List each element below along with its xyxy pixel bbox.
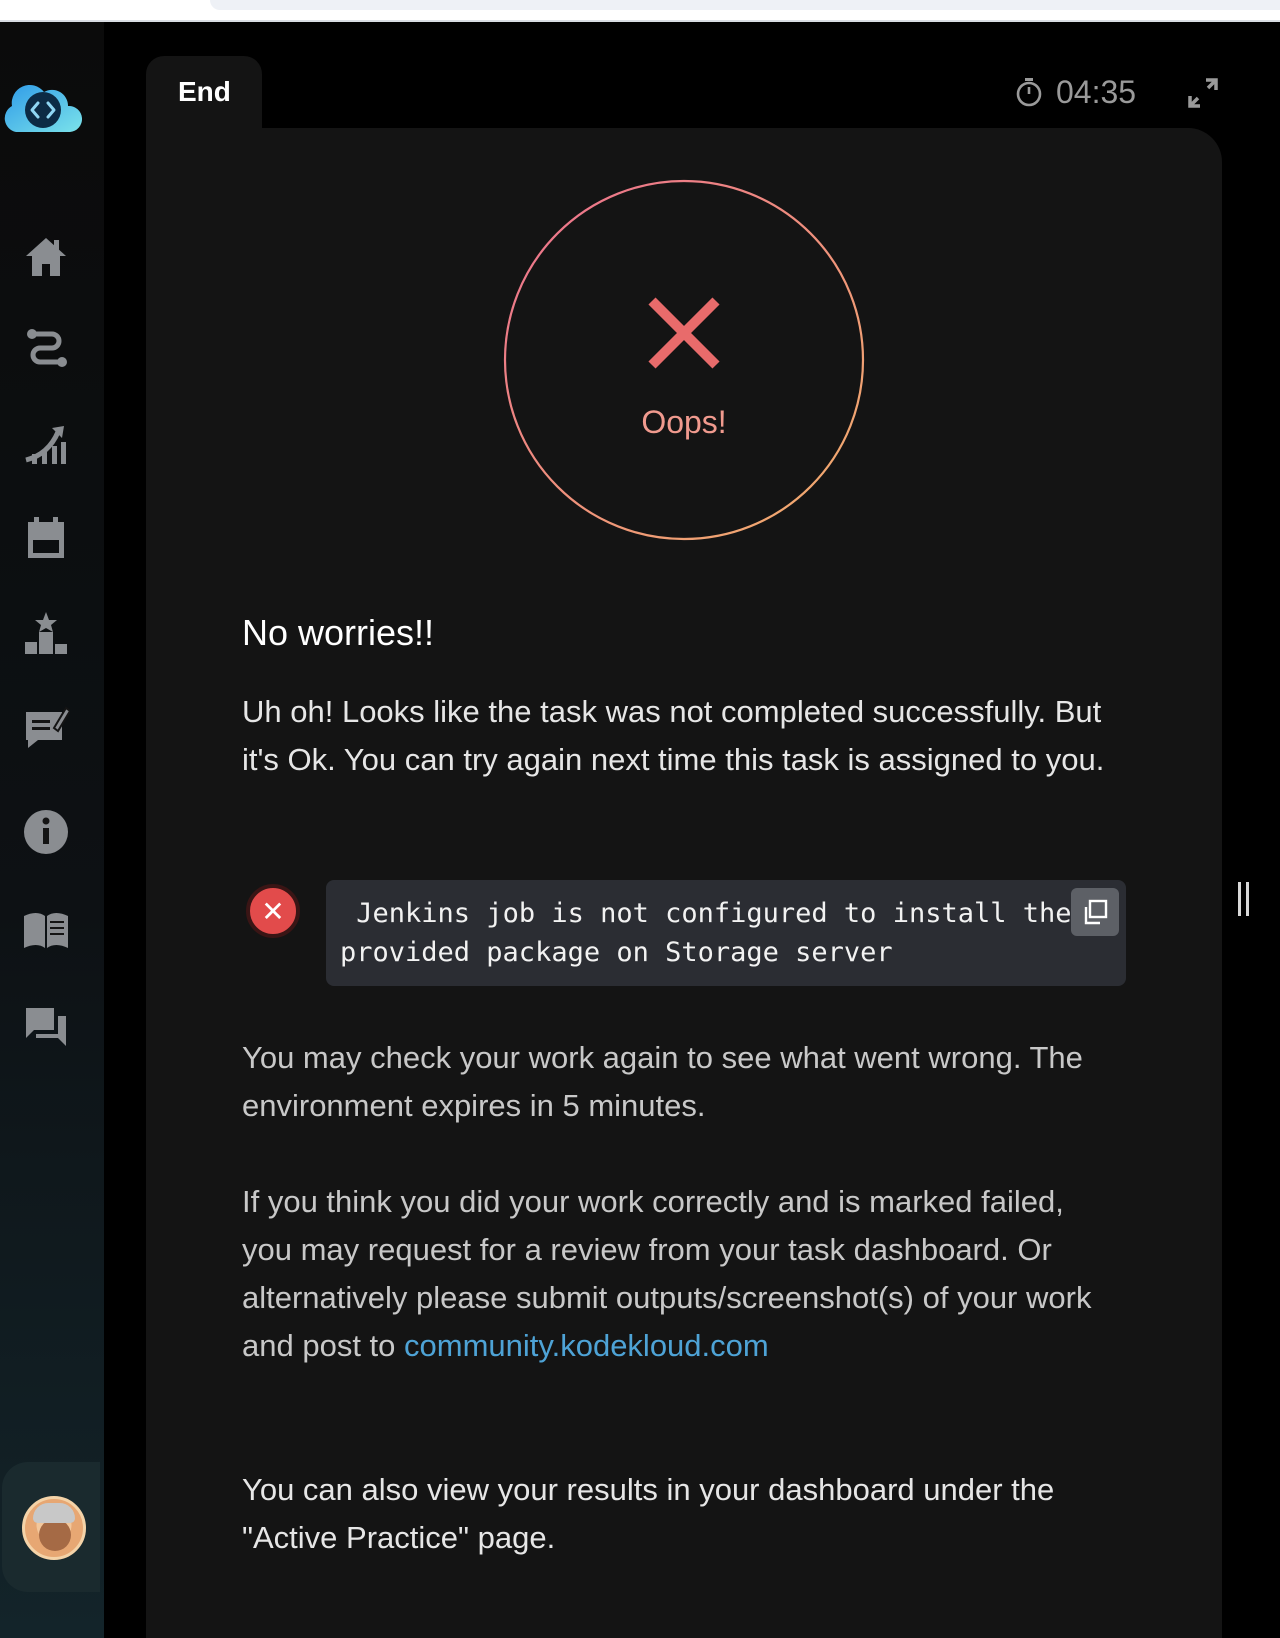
fullscreen-icon[interactable] — [1186, 76, 1220, 110]
growth-chart-icon[interactable] — [20, 418, 72, 470]
home-icon[interactable] — [20, 230, 72, 282]
browser-divider — [0, 20, 1280, 22]
check-again-text: You may check your work again to see wha… — [242, 1040, 1083, 1123]
info-icon[interactable] — [20, 806, 72, 858]
resize-handle-icon[interactable] — [1236, 882, 1252, 916]
tab-end[interactable]: End — [146, 56, 262, 128]
review-text: If you think you did your work correctly… — [242, 1178, 1122, 1370]
copy-button[interactable] — [1071, 888, 1119, 936]
dashboard-text: You can also view your results in your d… — [242, 1472, 1055, 1555]
intro-text: Uh oh! Looks like the task was not compl… — [242, 694, 1105, 777]
browser-top-strip — [0, 0, 1280, 22]
route-icon[interactable] — [20, 322, 72, 374]
forum-icon[interactable] — [20, 1000, 72, 1052]
status-title: Oops! — [641, 404, 727, 440]
failure-circle — [503, 179, 865, 541]
leaderboard-icon[interactable] — [20, 608, 72, 660]
book-icon[interactable] — [20, 904, 72, 956]
timer-value: 04:35 — [1056, 73, 1137, 110]
avatar-face — [39, 1519, 71, 1551]
stopwatch-icon — [1016, 78, 1042, 107]
browser-address-bar[interactable] — [210, 0, 1280, 10]
calendar-icon[interactable] — [20, 512, 72, 564]
avatar[interactable] — [22, 1496, 86, 1560]
timer: 04:35 — [1014, 70, 1136, 114]
x-mark-icon — [648, 297, 720, 369]
feedback-icon[interactable] — [20, 702, 72, 754]
kodekloud-logo-icon[interactable] — [2, 80, 82, 136]
avatar-hat — [33, 1503, 75, 1523]
message-heading: No worries!! — [242, 612, 435, 653]
copy-icon — [1084, 899, 1108, 925]
error-icon: ✕ — [246, 884, 300, 938]
community-link[interactable]: community.kodekloud.com — [404, 1328, 769, 1363]
user-avatar-container — [2, 1462, 100, 1592]
error-message-box: Jenkins job is not configured to install… — [326, 880, 1126, 986]
